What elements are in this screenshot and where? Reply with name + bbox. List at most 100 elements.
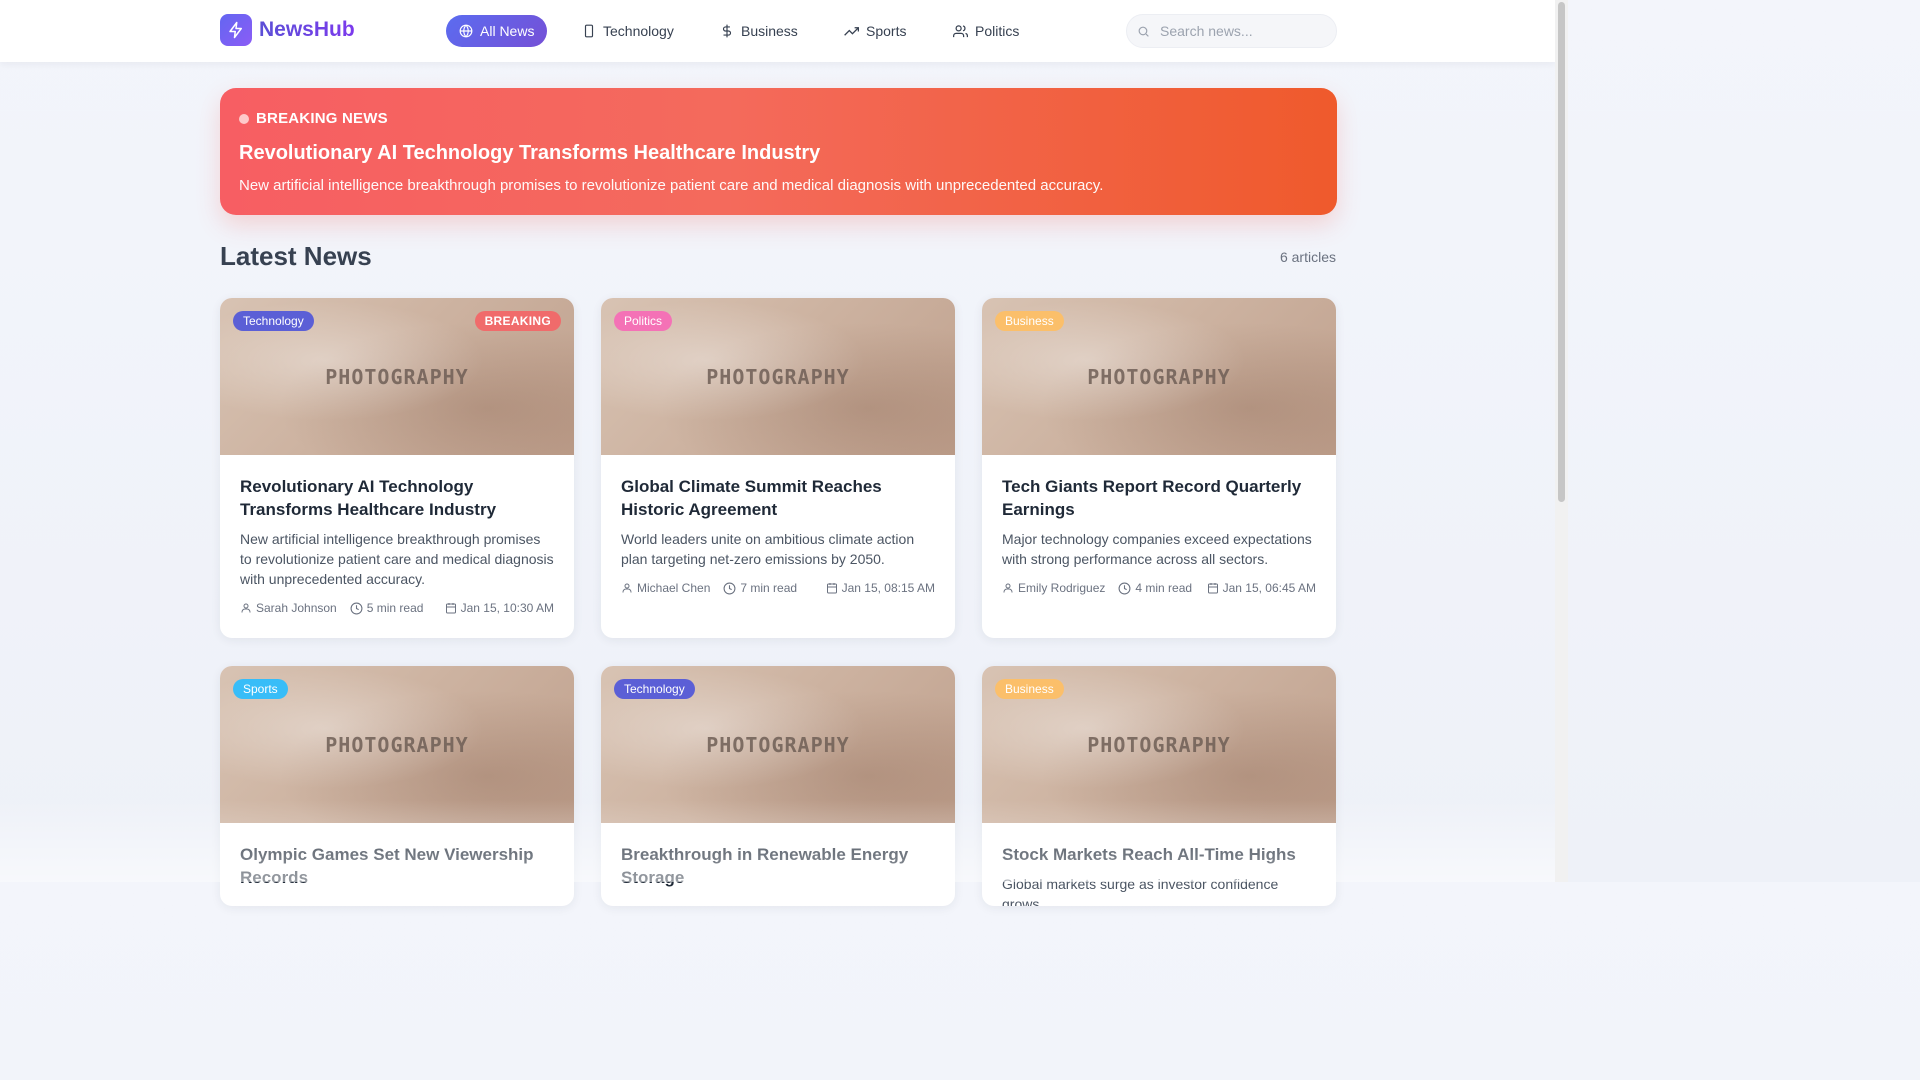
calendar-icon — [826, 582, 842, 594]
publish-date-text: Jan 15, 06:45 AM — [1222, 581, 1316, 595]
nav-politics[interactable]: Politics — [940, 15, 1032, 47]
user-icon — [240, 602, 256, 614]
article-image[interactable]: PHOTOGRAPHY Business — [982, 298, 1336, 455]
breaking-label-text: BREAKING NEWS — [256, 110, 388, 127]
article-image[interactable]: PHOTOGRAPHY Technology — [601, 666, 955, 823]
article-image[interactable]: PHOTOGRAPHY Business — [982, 666, 1336, 823]
article-title[interactable]: Olympic Games Set New Viewership Records — [240, 843, 554, 889]
image-caption: PHOTOGRAPHY — [1087, 364, 1231, 389]
read-time-text: 5 min read — [366, 601, 424, 615]
article-title[interactable]: Tech Giants Report Record Quarterly Earn… — [1002, 475, 1316, 521]
article-description: Major technology companies exceed expect… — [1002, 531, 1312, 567]
article-image[interactable]: PHOTOGRAPHY Technology BREAKING — [220, 298, 574, 455]
author-name: Sarah Johnson — [256, 601, 337, 615]
nav-technology[interactable]: Technology — [569, 15, 687, 47]
article-meta: Michael Chen 7 min read Jan 15, 08:15 AM — [621, 581, 935, 595]
read-time: 4 min read — [1118, 581, 1192, 595]
image-caption: PHOTOGRAPHY — [325, 732, 469, 757]
author: Emily Rodriguez — [1002, 581, 1105, 595]
clock-icon — [350, 602, 367, 615]
image-caption: PHOTOGRAPHY — [706, 732, 850, 757]
dollar-icon — [722, 24, 732, 38]
read-time-text: 7 min read — [740, 581, 798, 595]
publish-date-text: Jan 15, 10:30 AM — [460, 601, 554, 615]
nav-label: Politics — [975, 23, 1020, 39]
image-caption: PHOTOGRAPHY — [706, 364, 850, 389]
article-description: World leaders unite on ambitious climate… — [621, 531, 915, 567]
article-title[interactable]: Stock Markets Reach All-Time Highs — [1002, 843, 1316, 866]
article-image[interactable]: PHOTOGRAPHY Politics — [601, 298, 955, 455]
logo[interactable]: NewsHub — [220, 14, 355, 46]
article-title[interactable]: Global Climate Summit Reaches Historic A… — [621, 475, 935, 521]
category-tag[interactable]: Business — [995, 679, 1064, 699]
top-header: NewsHub All News Technology Business Spo… — [0, 0, 1555, 62]
clock-icon — [723, 582, 740, 595]
image-caption: PHOTOGRAPHY — [1087, 732, 1231, 757]
breaking-title: Revolutionary AI Technology Transforms H… — [239, 142, 821, 164]
category-tag[interactable]: Technology — [614, 679, 695, 699]
article-card[interactable]: PHOTOGRAPHY Politics Global Climate Summit… — [601, 298, 955, 638]
article-card[interactable]: PHOTOGRAPHY Business Stock Markets Reach A… — [982, 666, 1336, 906]
nav-business[interactable]: Business — [707, 15, 811, 47]
search-icon — [1138, 26, 1149, 37]
breaking-badge: BREAKING — [474, 311, 561, 331]
article-title[interactable]: Breakthrough in Renewable Energy Storage — [621, 843, 935, 889]
article-card[interactable]: PHOTOGRAPHY Technology BREAKING Revolutiona… — [220, 298, 574, 638]
category-tag[interactable]: Sports — [233, 679, 288, 699]
article-body: Breakthrough in Renewable Energy Storage — [601, 823, 955, 889]
article-description: Global markets surge as investor confide… — [1002, 876, 1279, 906]
article-body: Global Climate Summit Reaches Historic A… — [601, 455, 955, 595]
app-name: NewsHub — [259, 18, 355, 41]
users-icon — [953, 24, 968, 37]
nav-sports[interactable]: Sports — [831, 15, 919, 47]
user-icon — [621, 582, 637, 594]
author: Michael Chen — [621, 581, 710, 595]
article-body: Revolutionary AI Technology Transforms H… — [220, 455, 574, 615]
smartphone-icon — [584, 24, 594, 38]
article-body: Tech Giants Report Record Quarterly Earn… — [982, 455, 1336, 595]
trending-up-icon — [844, 26, 859, 36]
article-body: Olympic Games Set New Viewership Records — [220, 823, 574, 889]
read-time: 7 min read — [723, 581, 797, 595]
category-tag[interactable]: Technology — [233, 311, 314, 331]
read-time: 5 min read — [350, 601, 424, 615]
author-name: Emily Rodriguez — [1018, 581, 1106, 595]
author-name: Michael Chen — [637, 581, 711, 595]
search-box — [1126, 14, 1337, 48]
breaking-news-banner[interactable]: BREAKING NEWS Revolutionary AI Technolog… — [220, 88, 1337, 215]
article-card[interactable]: PHOTOGRAPHY Technology Breakthrough in Ren… — [601, 666, 955, 906]
breaking-label: BREAKING NEWS — [239, 110, 1318, 127]
lightning-icon — [220, 14, 252, 46]
article-description: New artificial intelligence breakthrough… — [240, 531, 554, 587]
category-tag[interactable]: Business — [995, 311, 1064, 331]
article-card[interactable]: PHOTOGRAPHY Sports Olympic Games Set New V… — [220, 666, 574, 906]
section-title: Latest News — [220, 241, 372, 271]
publish-date: Jan 15, 10:30 AM — [445, 601, 554, 615]
nav-label: All News — [480, 23, 535, 39]
article-card[interactable]: PHOTOGRAPHY Business Tech Giants Report Re… — [982, 298, 1336, 638]
live-dot-icon — [239, 113, 249, 124]
scrollbar[interactable] — [1555, 0, 1568, 882]
nav-all-news[interactable]: All News — [446, 15, 548, 47]
scrollbar-thumb[interactable] — [1558, 2, 1565, 502]
publish-date-text: Jan 15, 08:15 AM — [841, 581, 935, 595]
search-input[interactable] — [1160, 23, 1320, 39]
nav-label: Sports — [866, 23, 907, 39]
category-tag[interactable]: Politics — [614, 311, 673, 331]
clock-icon — [1118, 582, 1135, 595]
user-icon — [1002, 582, 1018, 594]
article-meta: Emily Rodriguez 4 min read Jan 15, 06:45 A… — [1002, 581, 1316, 595]
calendar-icon — [1207, 582, 1223, 594]
author: Sarah Johnson — [240, 601, 337, 615]
publish-date: Jan 15, 08:15 AM — [826, 581, 935, 595]
article-image[interactable]: PHOTOGRAPHY Sports — [220, 666, 574, 823]
calendar-icon — [445, 602, 461, 614]
globe-icon — [459, 24, 473, 38]
image-caption: PHOTOGRAPHY — [325, 364, 469, 389]
article-title[interactable]: Revolutionary AI Technology Transforms H… — [240, 475, 554, 521]
article-count: 6 articles — [1279, 249, 1336, 265]
breaking-description: New artificial intelligence breakthrough… — [239, 177, 1104, 194]
nav-label: Technology — [603, 23, 674, 39]
read-time-text: 4 min read — [1135, 581, 1193, 595]
publish-date: Jan 15, 06:45 AM — [1207, 581, 1316, 595]
